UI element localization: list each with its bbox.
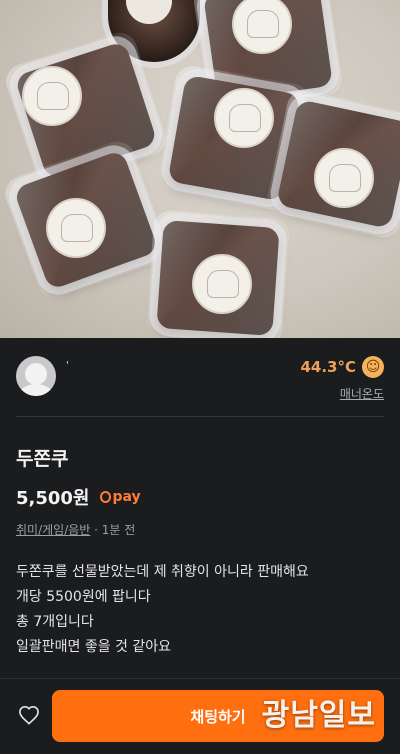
pay-logo-icon <box>99 491 111 503</box>
divider <box>16 416 384 417</box>
posted-time: · 1분 전 <box>94 523 136 537</box>
manner-temperature[interactable]: 44.3°C ☺ <box>300 356 384 378</box>
category-link[interactable]: 취미/게임/음반 <box>16 523 90 537</box>
seller-nickname[interactable]: ' <box>66 361 70 371</box>
product-photo[interactable] <box>0 0 400 338</box>
price-row: 5,500원 pay <box>16 484 141 510</box>
heart-outline-icon[interactable] <box>18 705 40 725</box>
product-price: 5,500원 <box>16 488 90 509</box>
manner-temp-label[interactable]: 매너온도 <box>340 385 384 402</box>
avatar[interactable] <box>16 356 56 396</box>
smile-face-icon: ☺ <box>362 356 384 378</box>
description-line: 일괄판매면 좋을 것 같아요 <box>16 639 172 655</box>
description-line: 개당 5500원에 팝니다 <box>16 589 151 605</box>
manner-temp-value: 44.3°C <box>300 358 356 376</box>
product-meta: 취미/게임/음반 · 1분 전 <box>16 521 135 538</box>
product-description: 두쫀쿠를 선물받았는데 제 취향이 아니라 판매해요 개당 5500원에 팝니다… <box>16 560 309 660</box>
seller-profile[interactable]: ' 44.3°C ☺ 매너온도 <box>0 338 400 416</box>
description-line: 두쫀쿠를 선물받았는데 제 취향이 아니라 판매해요 <box>16 564 309 580</box>
product-title: 두쫀쿠 <box>16 448 69 470</box>
pay-label: pay <box>112 489 141 505</box>
description-line: 총 7개입니다 <box>16 614 94 630</box>
pay-badge: pay <box>99 489 141 505</box>
watermark: 광남일보 <box>261 698 376 733</box>
